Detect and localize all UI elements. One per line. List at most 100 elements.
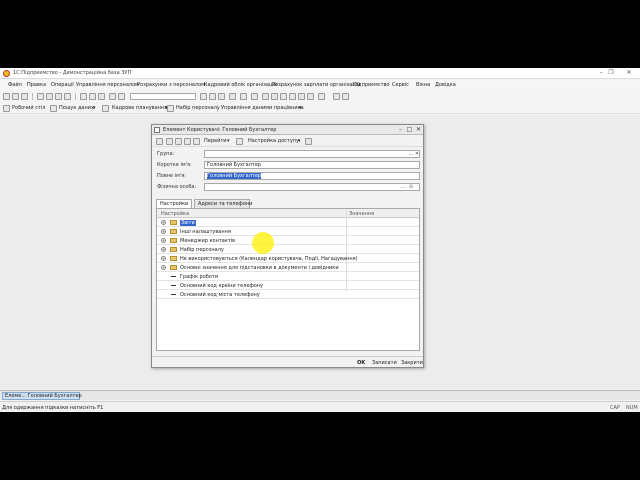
copy-icon[interactable] bbox=[184, 138, 191, 145]
expand-icon[interactable]: + bbox=[161, 220, 166, 225]
print-icon[interactable] bbox=[193, 138, 200, 145]
table-row[interactable]: + Основні значення для підстановки в док… bbox=[157, 263, 419, 272]
menu-operations[interactable]: Операції bbox=[51, 82, 74, 88]
open-icon[interactable] bbox=[12, 93, 19, 100]
table-row[interactable]: Основний код країни телефону bbox=[157, 281, 419, 290]
maximize-button[interactable]: ❐ bbox=[606, 69, 616, 77]
cursor-highlight bbox=[252, 232, 274, 254]
table-icon[interactable] bbox=[280, 93, 287, 100]
menu-edit[interactable]: Правка bbox=[27, 82, 46, 88]
help-icon[interactable] bbox=[236, 138, 243, 145]
dropdown-icon[interactable] bbox=[251, 93, 258, 100]
new-icon[interactable] bbox=[3, 93, 10, 100]
planning-button[interactable]: Кадрове планування bbox=[112, 105, 167, 111]
delete-icon[interactable] bbox=[80, 93, 87, 100]
group-field[interactable] bbox=[204, 150, 420, 158]
undo-icon[interactable] bbox=[89, 93, 96, 100]
paste-special-icon[interactable] bbox=[64, 93, 71, 100]
close-window-button[interactable]: ✕ bbox=[624, 69, 634, 77]
table-row[interactable]: + Менеджер контактів bbox=[157, 236, 419, 245]
column-header-setting[interactable]: Настройка bbox=[161, 211, 189, 217]
menu-windows[interactable]: Вікна bbox=[416, 82, 430, 88]
back-icon[interactable] bbox=[109, 93, 116, 100]
table-row[interactable]: Основний код міста телефону bbox=[157, 290, 419, 299]
dialog-maximize-button[interactable]: □ bbox=[405, 126, 414, 134]
taskbar-item[interactable]: Елеме... Головний Бухгалтер bbox=[2, 392, 82, 400]
tab-settings[interactable]: Настройки bbox=[156, 199, 192, 208]
preview-icon[interactable] bbox=[271, 93, 278, 100]
clear-icon[interactable]: ✕ bbox=[414, 151, 420, 157]
list-icon[interactable] bbox=[318, 93, 325, 100]
table-row[interactable]: Графік роботи bbox=[157, 272, 419, 281]
menu-service[interactable]: Сервіс bbox=[392, 82, 409, 88]
menu-salary[interactable]: Розрахунок зарплати організацій bbox=[272, 82, 360, 88]
forward-icon[interactable] bbox=[118, 93, 125, 100]
app-title: 1С:Підприємство - Демонстраційна база ЗУ… bbox=[13, 70, 132, 76]
table-row[interactable]: + Не використовуються (Календар користув… bbox=[157, 254, 419, 263]
expand-icon[interactable]: + bbox=[161, 247, 166, 252]
item-icon bbox=[171, 285, 176, 286]
help-icon[interactable] bbox=[333, 93, 340, 100]
print-icon[interactable] bbox=[262, 93, 269, 100]
calendar-icon[interactable] bbox=[229, 93, 236, 100]
table-row[interactable]: + Інші налаштування bbox=[157, 227, 419, 236]
expand-icon[interactable]: + bbox=[161, 238, 166, 243]
person-field[interactable] bbox=[204, 183, 420, 191]
chevron-down-icon[interactable]: ▾ bbox=[93, 105, 96, 111]
calculator-icon[interactable] bbox=[240, 93, 247, 100]
grid-icon[interactable] bbox=[307, 93, 314, 100]
menu-file[interactable]: Файл bbox=[8, 82, 22, 88]
expand-icon[interactable]: + bbox=[161, 265, 166, 270]
goto-button[interactable]: Перейти bbox=[204, 138, 227, 144]
desktop-button[interactable]: Робочий стіл bbox=[12, 105, 46, 111]
tab-addresses[interactable]: Адреси та телефони bbox=[194, 199, 252, 208]
save-icon[interactable] bbox=[21, 93, 28, 100]
menu-payroll[interactable]: Розрахунки з персоналом bbox=[137, 82, 205, 88]
access-settings-button[interactable]: Настройка доступу bbox=[248, 138, 299, 144]
text-icon[interactable] bbox=[289, 93, 296, 100]
menu-hr[interactable]: Кадровий облік організацій bbox=[204, 82, 277, 88]
reread-icon[interactable] bbox=[175, 138, 182, 145]
more-icon[interactable] bbox=[342, 93, 349, 100]
expand-icon[interactable]: + bbox=[161, 256, 166, 261]
save-icon[interactable] bbox=[166, 138, 173, 145]
caps-indicator: CAP bbox=[610, 405, 620, 411]
search-input[interactable] bbox=[130, 93, 196, 100]
table-row[interactable]: + Набір персоналу bbox=[157, 245, 419, 254]
hiring-button[interactable]: Набір персоналу bbox=[176, 105, 220, 111]
dialog-title: Елемент Користувачі: Головний Бухгалтер bbox=[163, 127, 277, 133]
chevron-down-icon[interactable]: ▾ bbox=[299, 105, 302, 111]
open-icon[interactable]: ⊙ bbox=[408, 184, 414, 190]
cut-icon[interactable] bbox=[37, 93, 44, 100]
find-icon[interactable] bbox=[200, 93, 207, 100]
search-data-button[interactable]: Пошук даних bbox=[59, 105, 94, 111]
menu-enterprise[interactable]: Підприємство bbox=[353, 82, 389, 88]
menu-help[interactable]: Довідка bbox=[435, 82, 456, 88]
find-next-icon[interactable] bbox=[209, 93, 216, 100]
redo-icon[interactable] bbox=[98, 93, 105, 100]
dialog-minimize-button[interactable]: – bbox=[396, 126, 405, 134]
paste-icon[interactable] bbox=[55, 93, 62, 100]
find-prev-icon[interactable] bbox=[218, 93, 225, 100]
chart-icon[interactable] bbox=[298, 93, 305, 100]
close-button[interactable]: Закрити bbox=[401, 360, 423, 366]
user-icon[interactable] bbox=[305, 138, 312, 145]
short-name-label: Коротке ім'я: bbox=[157, 162, 192, 168]
short-name-field[interactable]: Головний Бухгалтер bbox=[204, 161, 420, 169]
expand-icon[interactable]: + bbox=[161, 229, 166, 234]
save-close-icon[interactable] bbox=[156, 138, 163, 145]
save-button[interactable]: Записати bbox=[372, 360, 397, 366]
full-name-field[interactable]: Головний Бухгалтер bbox=[204, 172, 420, 180]
ok-button[interactable]: OK bbox=[357, 360, 365, 366]
column-header-value[interactable]: Значення bbox=[349, 211, 374, 217]
dialog-close-button[interactable]: ✕ bbox=[414, 126, 423, 134]
employee-data-button[interactable]: Управління даними працівника bbox=[221, 105, 304, 111]
chevron-down-icon[interactable]: ▾ bbox=[227, 138, 230, 144]
chevron-down-icon[interactable]: ▾ bbox=[298, 138, 301, 144]
table-row[interactable]: + Звіти bbox=[157, 218, 419, 227]
select-button[interactable]: … bbox=[400, 184, 406, 190]
row-label: Графік роботи bbox=[180, 274, 219, 280]
menu-personnel[interactable]: Управління персоналом bbox=[76, 82, 139, 88]
copy-icon[interactable] bbox=[46, 93, 53, 100]
minimize-button[interactable]: – bbox=[596, 69, 606, 77]
